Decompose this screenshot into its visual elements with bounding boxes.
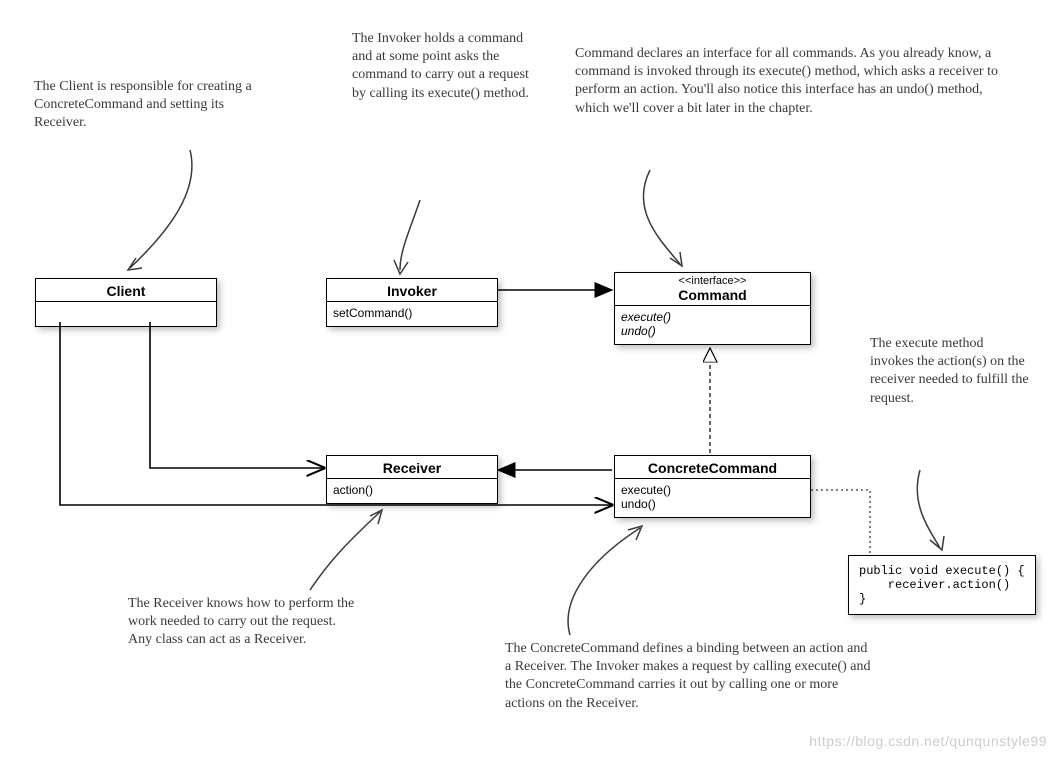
class-receiver-members: action() (327, 479, 497, 503)
command-execute: execute() (621, 310, 804, 324)
annotation-command: Command declares an interface for all co… (575, 45, 1015, 118)
annotation-client: The Client is responsible for creating a… (34, 78, 264, 133)
class-command-title: Command (615, 283, 810, 306)
annotation-receiver: The Receiver knows how to perform the wo… (128, 595, 358, 650)
class-invoker: Invoker setCommand() (326, 278, 498, 327)
class-command-members: execute() undo() (615, 306, 810, 344)
command-undo: undo() (621, 324, 804, 338)
invoker-setcommand: setCommand() (333, 306, 491, 320)
receiver-action: action() (333, 483, 491, 497)
class-concrete-members: execute() undo() (615, 479, 810, 517)
class-client-title: Client (36, 279, 216, 302)
class-concrete-title: ConcreteCommand (615, 456, 810, 479)
annotation-invoker: The Invoker holds a command and at some … (352, 30, 542, 103)
watermark: https://blog.csdn.net/qunqunstyle99 (809, 733, 1047, 749)
concrete-execute: execute() (621, 483, 804, 497)
concrete-undo: undo() (621, 497, 804, 511)
class-client: Client (35, 278, 217, 327)
annotation-execute: The execute method invokes the action(s)… (870, 335, 1030, 408)
class-invoker-title: Invoker (327, 279, 497, 302)
class-concretecommand: ConcreteCommand execute() undo() (614, 455, 811, 518)
class-invoker-members: setCommand() (327, 302, 497, 326)
annotation-concrete: The ConcreteCommand defines a binding be… (505, 640, 875, 713)
class-receiver-title: Receiver (327, 456, 497, 479)
code-execute-snippet: public void execute() { receiver.action(… (848, 555, 1036, 615)
class-client-empty (36, 302, 216, 326)
class-command: <<interface>> Command execute() undo() (614, 272, 811, 345)
class-receiver: Receiver action() (326, 455, 498, 504)
